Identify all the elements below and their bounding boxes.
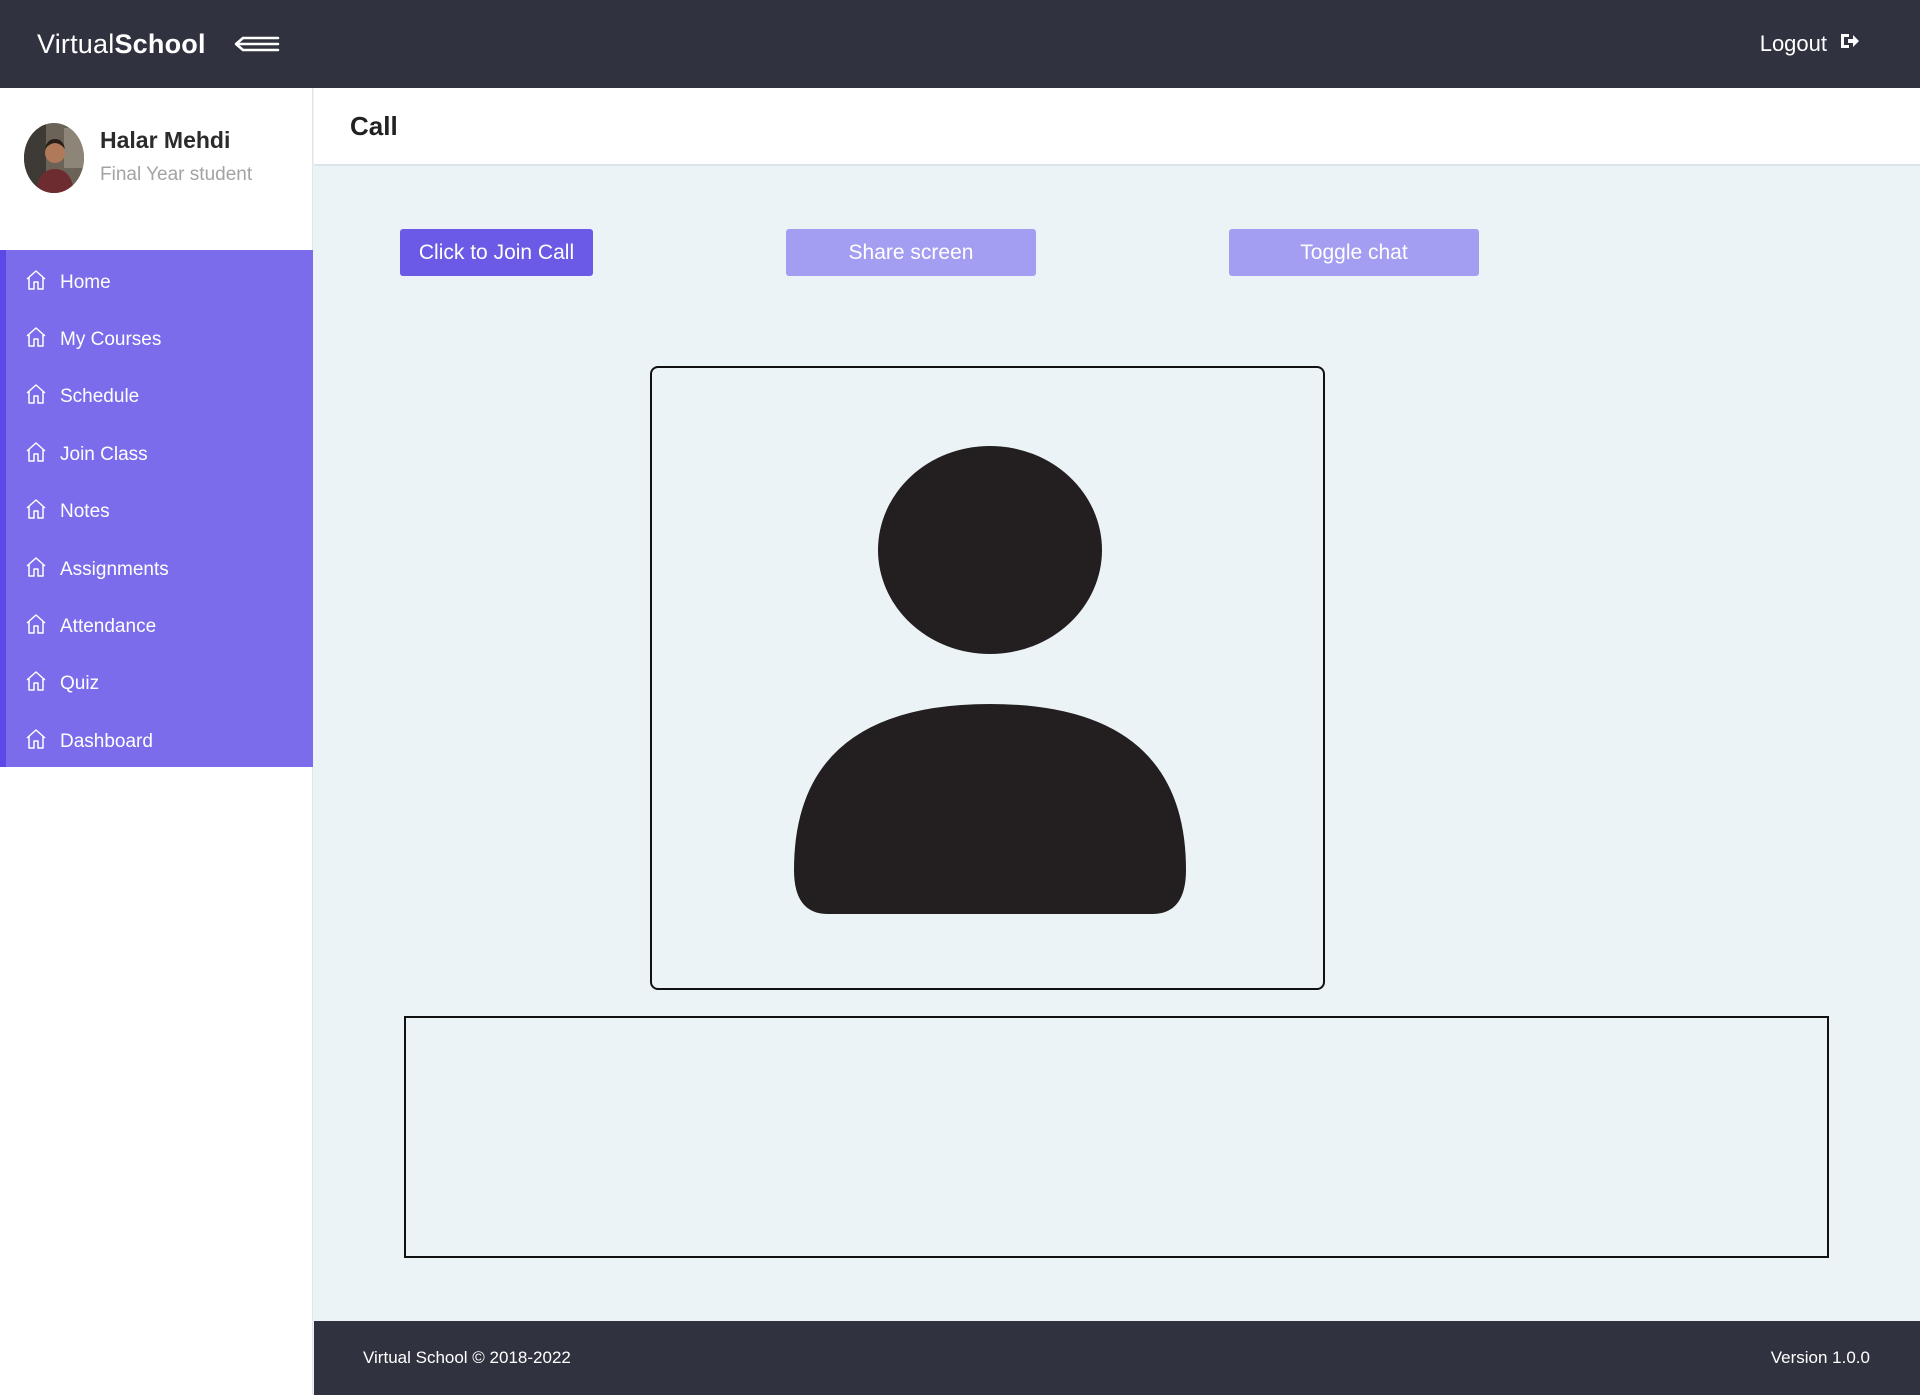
chat-panel[interactable]: [404, 1016, 1829, 1258]
logout-button[interactable]: Logout: [1760, 31, 1859, 57]
profile-info: Halar Mehdi Final Year student: [100, 123, 252, 186]
home-icon: [24, 727, 48, 757]
join-call-button[interactable]: Click to Join Call: [400, 229, 593, 276]
sidebar-item-label: Home: [60, 271, 111, 293]
brand: VirtualSchool: [37, 29, 280, 60]
sidebar-item-label: My Courses: [60, 329, 162, 351]
sidebar-item-label: Quiz: [60, 673, 100, 695]
footer-copyright: Virtual School © 2018-2022: [363, 1348, 571, 1367]
menu-arrow-icon[interactable]: [232, 30, 280, 58]
brand-name-light: Virtual: [37, 28, 115, 59]
video-frame: [650, 366, 1325, 990]
home-icon: [24, 440, 48, 470]
home-icon: [24, 325, 48, 355]
avatar: [24, 123, 84, 193]
profile-role: Final Year student: [100, 164, 253, 185]
logout-label: Logout: [1759, 31, 1827, 56]
sidebar-item-notes[interactable]: Notes: [6, 484, 313, 541]
sidebar-item-label: Assignments: [60, 558, 169, 580]
toggle-chat-button[interactable]: Toggle chat: [1229, 229, 1479, 276]
sidebar-item-label: Notes: [60, 501, 110, 523]
home-icon: [24, 268, 48, 298]
sidebar-nav: Home My Courses Schedule Join Class Note…: [0, 250, 313, 767]
sidebar-item-schedule[interactable]: Schedule: [6, 369, 313, 426]
page-header: Call: [314, 88, 1920, 166]
sidebar-item-quiz[interactable]: Quiz: [6, 656, 313, 713]
sidebar-item-home[interactable]: Home: [6, 254, 313, 311]
home-icon: [24, 612, 48, 642]
home-icon: [24, 669, 48, 699]
sidebar: Halar Mehdi Final Year student Home My C…: [0, 88, 313, 1395]
profile-name: Halar Mehdi: [100, 127, 231, 153]
user-profile: Halar Mehdi Final Year student: [0, 88, 312, 250]
sidebar-item-label: Attendance: [60, 616, 157, 638]
footer-version: Version 1.0.0: [1770, 1348, 1870, 1367]
sidebar-item-label: Schedule: [60, 386, 140, 408]
sidebar-item-my-courses[interactable]: My Courses: [6, 311, 313, 368]
sidebar-item-attendance[interactable]: Attendance: [6, 598, 313, 655]
user-silhouette-icon: [794, 446, 1186, 914]
sign-out-icon: [1839, 31, 1859, 57]
home-icon: [24, 497, 48, 527]
sidebar-item-label: Dashboard: [60, 730, 153, 752]
sidebar-item-join-class[interactable]: Join Class: [6, 426, 313, 483]
top-navbar: VirtualSchool Logout: [0, 0, 1920, 88]
brand-logo[interactable]: VirtualSchool: [37, 29, 206, 60]
sidebar-item-dashboard[interactable]: Dashboard: [6, 713, 313, 770]
home-icon: [24, 382, 48, 412]
page-title: Call: [350, 110, 398, 141]
sidebar-item-label: Join Class: [60, 443, 148, 465]
sidebar-item-assignments[interactable]: Assignments: [6, 541, 313, 598]
brand-name-bold: School: [114, 28, 206, 59]
footer: Virtual School © 2018-2022 Version 1.0.0: [314, 1321, 1920, 1395]
home-icon: [24, 555, 48, 585]
share-screen-button[interactable]: Share screen: [786, 229, 1036, 276]
